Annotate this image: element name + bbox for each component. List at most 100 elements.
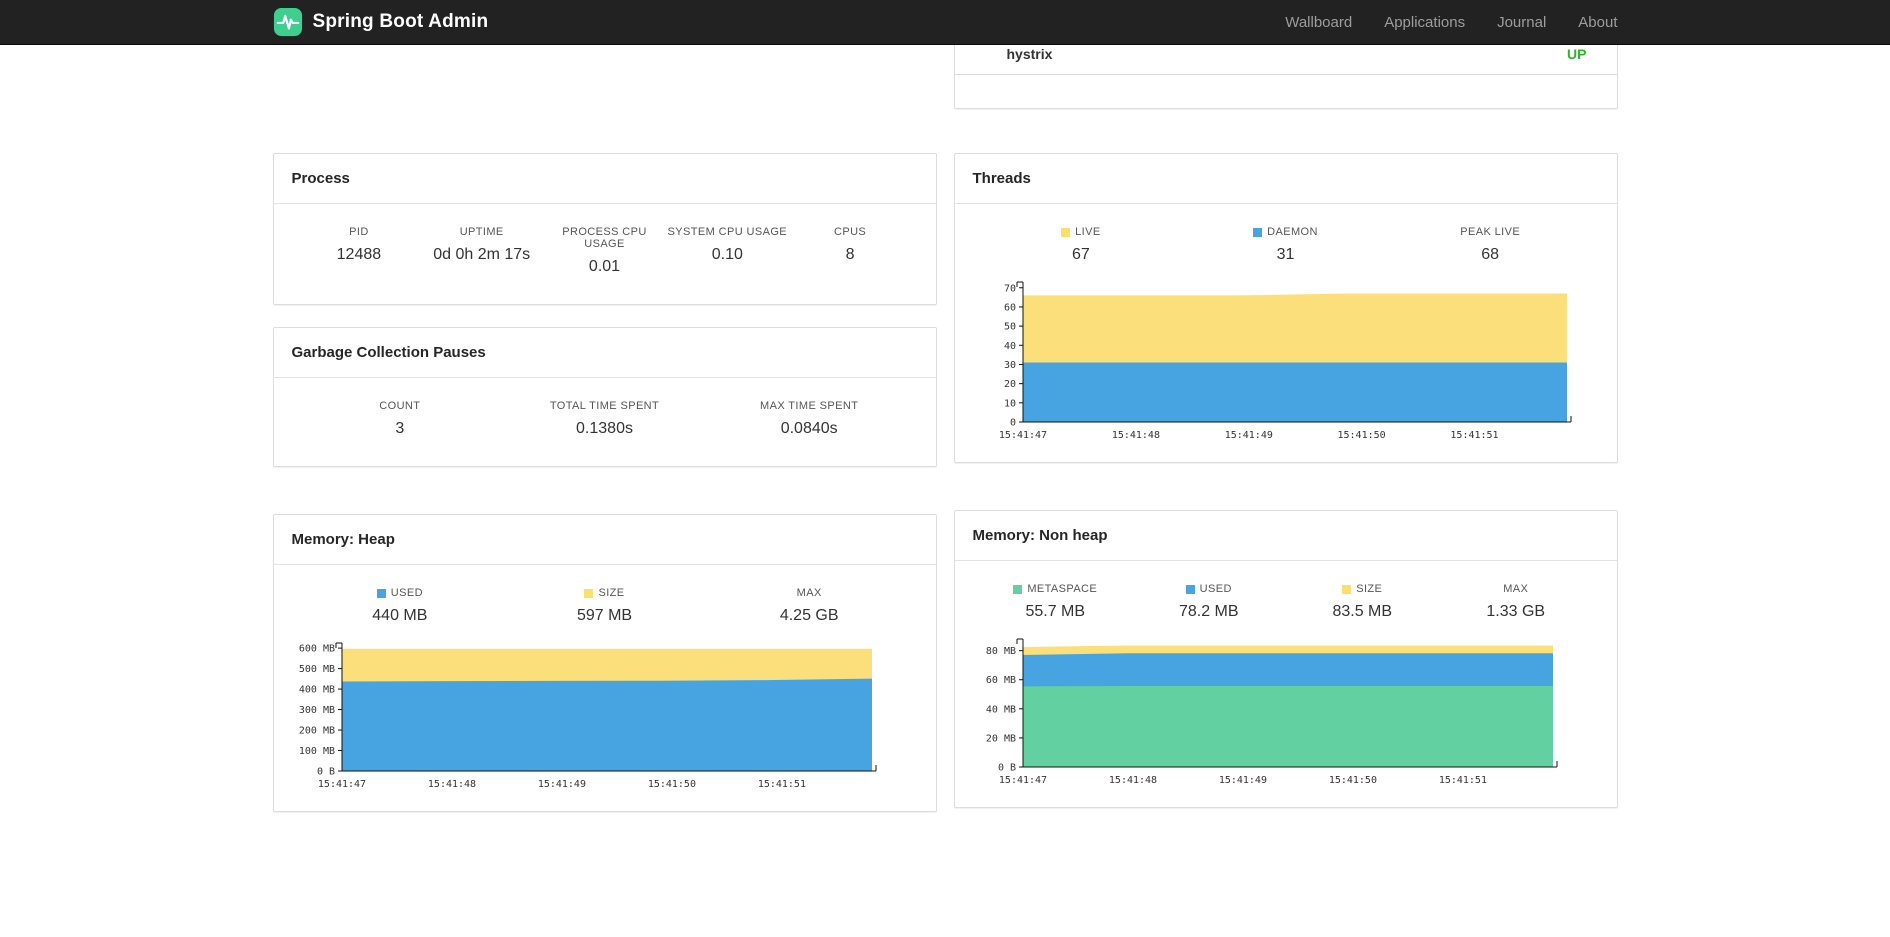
memory-heap-chart: 0 B 100 MB 200 MB 300 MB 400 MB 500 MB 600 MB 1… [298, 642, 876, 790]
gc-card: Garbage Collection Pauses COUNT 3 TOTAL … [272, 327, 937, 467]
metric-process-cpu: PROCESS CPU USAGE 0.01 [543, 226, 666, 276]
metric-nonheap-used-value: 78.2 MB [1178, 603, 1239, 620]
memory-heap-card: Memory: Heap USED 440 MB SIZE 597 MB MAX… [272, 514, 937, 812]
nav-item-journal[interactable]: Journal [1497, 14, 1546, 31]
threads-chart-wrap: 0 10 20 30 40 50 60 70 15:41:47 15:41:48 15:41:49 1… [955, 268, 1617, 462]
metric-gc-max-time-label: MAX TIME SPENT [760, 400, 859, 412]
metric-system-cpu-label: SYSTEM CPU USAGE [667, 226, 788, 238]
svg-text:15:41:49: 15:41:49 [1224, 430, 1272, 441]
metric-gc-count: COUNT 3 [298, 400, 503, 438]
svg-text:60 MB: 60 MB [985, 675, 1015, 686]
metric-uptime-label: UPTIME [459, 226, 504, 238]
svg-text:20 MB: 20 MB [985, 733, 1015, 744]
metric-pid-label: PID [349, 226, 369, 238]
metric-gc-total-time: TOTAL TIME SPENT 0.1380s [502, 400, 707, 438]
metric-system-cpu-value: 0.10 [711, 246, 743, 263]
memory-heap-card-title: Memory: Heap [291, 531, 395, 548]
memory-nonheap-chart: 0 B 20 MB 40 MB 60 MB 80 MB 15:41:47 15:41:48 1… [985, 638, 1557, 786]
svg-text:15:41:51: 15:41:51 [1438, 775, 1486, 786]
metric-heap-size-label: SIZE [598, 587, 625, 599]
metric-threads-peak-label: PEAK LIVE [1460, 226, 1521, 238]
memory-heap-card-header: Memory: Heap [273, 515, 936, 565]
metric-nonheap-size-label: SIZE [1356, 583, 1383, 595]
nav-links: Wallboard Applications Journal About [1253, 14, 1617, 31]
svg-text:15:41:47: 15:41:47 [998, 430, 1046, 441]
svg-text:200 MB: 200 MB [298, 726, 334, 737]
metric-pid: PID 12488 [298, 226, 421, 276]
svg-text:70: 70 [1003, 283, 1015, 294]
metric-pid-value: 12488 [336, 246, 382, 263]
threads-card: Threads LIVE 67 DAEMON 31 PEAK LIVE 68 0… [953, 153, 1618, 463]
process-card: Process PID 12488 UPTIME 0d 0h 2m 17s PR… [272, 153, 937, 305]
metric-threads-peak: PEAK LIVE 68 [1388, 226, 1593, 264]
svg-text:15:41:47: 15:41:47 [317, 779, 365, 790]
threads-card-title: Threads [972, 170, 1031, 187]
metric-nonheap-max-value: 1.33 GB [1486, 603, 1546, 620]
metric-nonheap-max-label: MAX [1503, 583, 1529, 595]
svg-text:10: 10 [1003, 398, 1015, 409]
heap-size-swatch [584, 588, 594, 598]
memory-nonheap-card-title: Memory: Non heap [972, 527, 1108, 544]
svg-text:500 MB: 500 MB [298, 664, 334, 675]
svg-text:15:41:50: 15:41:50 [1337, 430, 1385, 441]
metric-heap-size-value: 597 MB [576, 607, 633, 624]
metric-cpus: CPUS 8 [789, 226, 912, 276]
process-card-title: Process [291, 170, 350, 187]
right-column: hystrix UP Threads LIVE 67 DAEMON 31 PEA… [953, 0, 1618, 812]
metric-threads-daemon-value: 31 [1276, 246, 1295, 263]
metaspace-swatch [1013, 584, 1023, 594]
svg-text:20: 20 [1003, 379, 1015, 390]
metric-process-cpu-value: 0.01 [588, 258, 621, 275]
metric-heap-size: SIZE 597 MB [502, 587, 707, 625]
metric-nonheap-size-value: 83.5 MB [1332, 603, 1393, 620]
nav-item-applications[interactable]: Applications [1384, 14, 1465, 31]
metric-threads-peak-value: 68 [1481, 246, 1500, 263]
nav-item-about[interactable]: About [1578, 14, 1617, 31]
metric-gc-max-time-value: 0.0840s [780, 420, 838, 437]
brand-link[interactable]: Spring Boot Admin [273, 7, 489, 37]
heap-metrics: USED 440 MB SIZE 597 MB MAX 4.25 GB [274, 565, 936, 629]
metric-gc-count-value: 3 [395, 420, 405, 437]
metric-metaspace-value: 55.7 MB [1025, 603, 1086, 620]
threads-daemon-swatch [1253, 227, 1263, 237]
metric-nonheap-used-label: USED [1199, 583, 1232, 595]
metric-heap-max-label: MAX [796, 587, 822, 599]
metric-heap-max-value: 4.25 GB [779, 607, 839, 624]
svg-text:40 MB: 40 MB [985, 704, 1015, 715]
svg-text:15:41:50: 15:41:50 [647, 779, 695, 790]
svg-text:30: 30 [1003, 360, 1015, 371]
heap-used-swatch [376, 588, 386, 598]
svg-text:15:41:48: 15:41:48 [1108, 775, 1156, 786]
process-metrics: PID 12488 UPTIME 0d 0h 2m 17s PROCESS CP… [274, 204, 936, 304]
svg-text:80 MB: 80 MB [985, 646, 1015, 657]
metric-heap-max: MAX 4.25 GB [707, 587, 912, 625]
process-card-header: Process [273, 154, 936, 204]
spring-boot-admin-logo-icon [273, 7, 302, 37]
memory-nonheap-card-header: Memory: Non heap [954, 511, 1617, 561]
threads-card-header: Threads [954, 154, 1617, 204]
svg-text:15:41:50: 15:41:50 [1328, 775, 1376, 786]
svg-text:100 MB: 100 MB [298, 746, 334, 757]
metric-threads-live-value: 67 [1071, 246, 1090, 263]
metric-system-cpu: SYSTEM CPU USAGE 0.10 [666, 226, 789, 276]
metric-nonheap-used: USED 78.2 MB [1132, 583, 1286, 621]
metric-nonheap-max: MAX 1.33 GB [1439, 583, 1593, 621]
svg-text:15:41:48: 15:41:48 [427, 779, 475, 790]
metric-heap-used-value: 440 MB [372, 607, 428, 624]
nav-item-wallboard[interactable]: Wallboard [1285, 14, 1352, 31]
svg-text:400 MB: 400 MB [298, 685, 334, 696]
application-name[interactable]: hystrix [1007, 46, 1053, 62]
svg-text:0 B: 0 B [997, 763, 1015, 774]
memory-heap-chart-wrap: 0 B 100 MB 200 MB 300 MB 400 MB 500 MB 600 MB 1… [274, 629, 936, 811]
svg-text:60: 60 [1003, 302, 1015, 313]
metric-uptime-value: 0d 0h 2m 17s [433, 246, 531, 263]
nonheap-metrics: METASPACE 55.7 MB USED 78.2 MB SIZE 83.5… [955, 561, 1617, 625]
svg-text:50: 50 [1003, 322, 1015, 333]
metric-gc-count-label: COUNT [379, 400, 421, 412]
application-row-hystrix[interactable]: hystrix UP [954, 40, 1617, 75]
nonheap-used-swatch [1185, 584, 1195, 594]
svg-text:15:41:49: 15:41:49 [1218, 775, 1266, 786]
svg-text:40: 40 [1003, 341, 1015, 352]
threads-live-swatch [1061, 227, 1071, 237]
svg-text:0: 0 [1009, 418, 1015, 429]
